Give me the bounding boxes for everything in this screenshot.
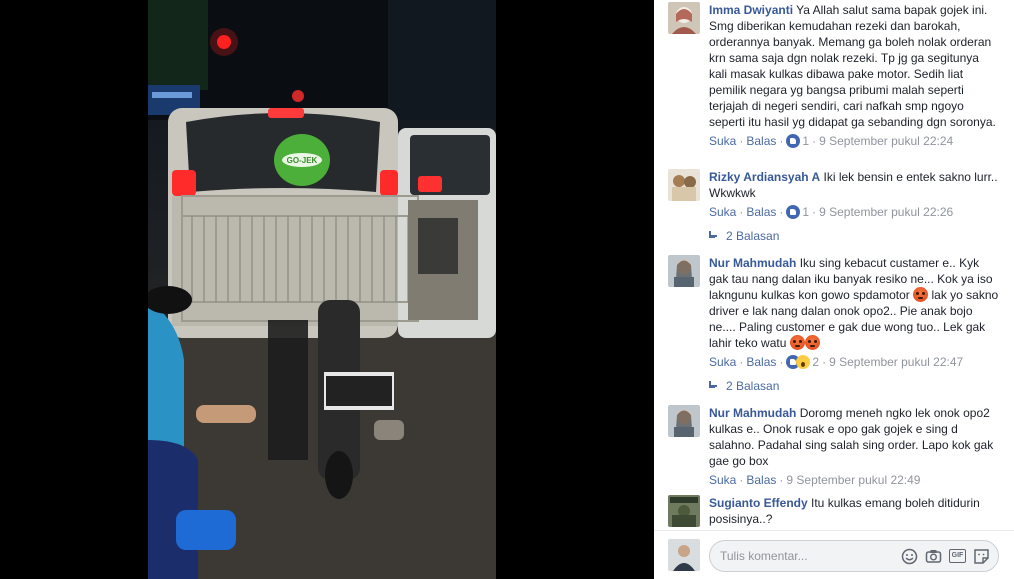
reply-link[interactable]: Balas xyxy=(746,355,776,369)
like-reaction-icon[interactable] xyxy=(786,205,801,219)
reply-arrow-icon xyxy=(708,231,718,241)
comment-timestamp[interactable]: 9 September pukul 22:47 xyxy=(829,355,963,369)
comment-body: Sugianto Effendy Itu kulkas emang boleh … xyxy=(709,495,999,527)
comment-author[interactable]: Nur Mahmudah xyxy=(709,256,796,270)
angry-emoji-icon xyxy=(913,287,929,302)
comment-actions: Suka · Balas · 1 · 9 September pukul 22:24 xyxy=(709,134,954,148)
reaction-count[interactable]: 1 xyxy=(802,134,809,148)
comment-input-box[interactable]: GIF xyxy=(709,540,999,572)
wow-reaction-icon[interactable] xyxy=(796,355,811,369)
view-replies-link[interactable]: 2 Balasan xyxy=(708,228,779,244)
photo-viewer: GO-JEK xyxy=(0,0,654,579)
avatar[interactable] xyxy=(668,2,700,34)
comment-timestamp[interactable]: 9 September pukul 22:49 xyxy=(786,473,920,487)
comment-text-block: Sugianto Effendy Itu kulkas emang boleh … xyxy=(709,495,999,527)
comment-composer: GIF xyxy=(654,530,1014,579)
comment-text-block: Imma Dwiyanti Ya Allah salut sama bapak … xyxy=(709,2,999,130)
comment-timestamp[interactable]: 9 September pukul 22:24 xyxy=(819,134,953,148)
comment-author[interactable]: Sugianto Effendy xyxy=(709,496,808,510)
comment-body: Imma Dwiyanti Ya Allah salut sama bapak … xyxy=(709,2,999,149)
helmet-logo-text: GO-JEK xyxy=(287,156,318,165)
reaction-count[interactable]: 1 xyxy=(802,205,809,219)
comment-author[interactable]: Imma Dwiyanti xyxy=(709,3,793,17)
comment-actions: Suka · Balas · 1 · 9 September pukul 22:26 xyxy=(709,205,954,219)
angry-emoji-icon xyxy=(804,335,820,350)
gif-icon[interactable]: GIF xyxy=(949,548,966,565)
comment-body: Rizky Ardiansyah A Iki lek bensin e ente… xyxy=(709,169,999,220)
camera-icon[interactable] xyxy=(925,548,942,565)
post-photo[interactable]: GO-JEK xyxy=(148,0,496,579)
reply-link[interactable]: Balas xyxy=(746,134,776,148)
like-link[interactable]: Suka xyxy=(709,134,736,148)
comment-body: Nur Mahmudah Doromg meneh ngko lek onok … xyxy=(709,405,999,488)
avatar[interactable] xyxy=(668,255,700,287)
composer-tools: GIF xyxy=(901,548,990,566)
like-link[interactable]: Suka xyxy=(709,473,736,487)
comment-timestamp[interactable]: 9 September pukul 22:26 xyxy=(819,205,953,219)
reply-link[interactable]: Balas xyxy=(746,205,776,219)
comment-text-block: Nur Mahmudah Doromg meneh ngko lek onok … xyxy=(709,405,999,469)
view-replies-link[interactable]: 2 Balasan xyxy=(708,378,779,394)
photo-scene: GO-JEK xyxy=(148,0,496,579)
angry-emoji-icon xyxy=(789,335,805,350)
avatar[interactable] xyxy=(668,405,700,437)
like-reaction-icon[interactable] xyxy=(786,134,801,148)
comments-panel: Imma Dwiyanti Ya Allah salut sama bapak … xyxy=(654,0,1014,579)
reaction-count[interactable]: 2 xyxy=(812,355,819,369)
comment-text: Ya Allah salut sama bapak gojek ini. Smg… xyxy=(709,3,996,129)
like-link[interactable]: Suka xyxy=(709,355,736,369)
comment-actions: Suka · Balas · 9 September pukul 22:49 xyxy=(709,473,921,487)
comment-text-block: Rizky Ardiansyah A Iki lek bensin e ente… xyxy=(709,169,999,201)
emoji-icon[interactable] xyxy=(901,548,918,565)
reply-link[interactable]: Balas xyxy=(746,473,776,487)
reply-arrow-icon xyxy=(708,381,718,391)
comment-author[interactable]: Nur Mahmudah xyxy=(709,406,796,420)
replies-count[interactable]: 2 Balasan xyxy=(726,379,779,393)
comment-text-block: Nur Mahmudah Iku sing kebacut custamer e… xyxy=(709,255,999,351)
current-user-avatar[interactable] xyxy=(668,539,700,571)
like-link[interactable]: Suka xyxy=(709,205,736,219)
sticker-icon[interactable] xyxy=(973,548,990,565)
replies-count[interactable]: 2 Balasan xyxy=(726,229,779,243)
comment-input[interactable] xyxy=(720,547,900,565)
comment-author[interactable]: Rizky Ardiansyah A xyxy=(709,170,820,184)
avatar[interactable] xyxy=(668,495,700,527)
avatar[interactable] xyxy=(668,169,700,201)
comment-actions: Suka · Balas · 2 · 9 September pukul 22:47 xyxy=(709,355,964,369)
comments-list[interactable]: Imma Dwiyanti Ya Allah salut sama bapak … xyxy=(654,0,1014,530)
comment-body: Nur Mahmudah Iku sing kebacut custamer e… xyxy=(709,255,999,370)
